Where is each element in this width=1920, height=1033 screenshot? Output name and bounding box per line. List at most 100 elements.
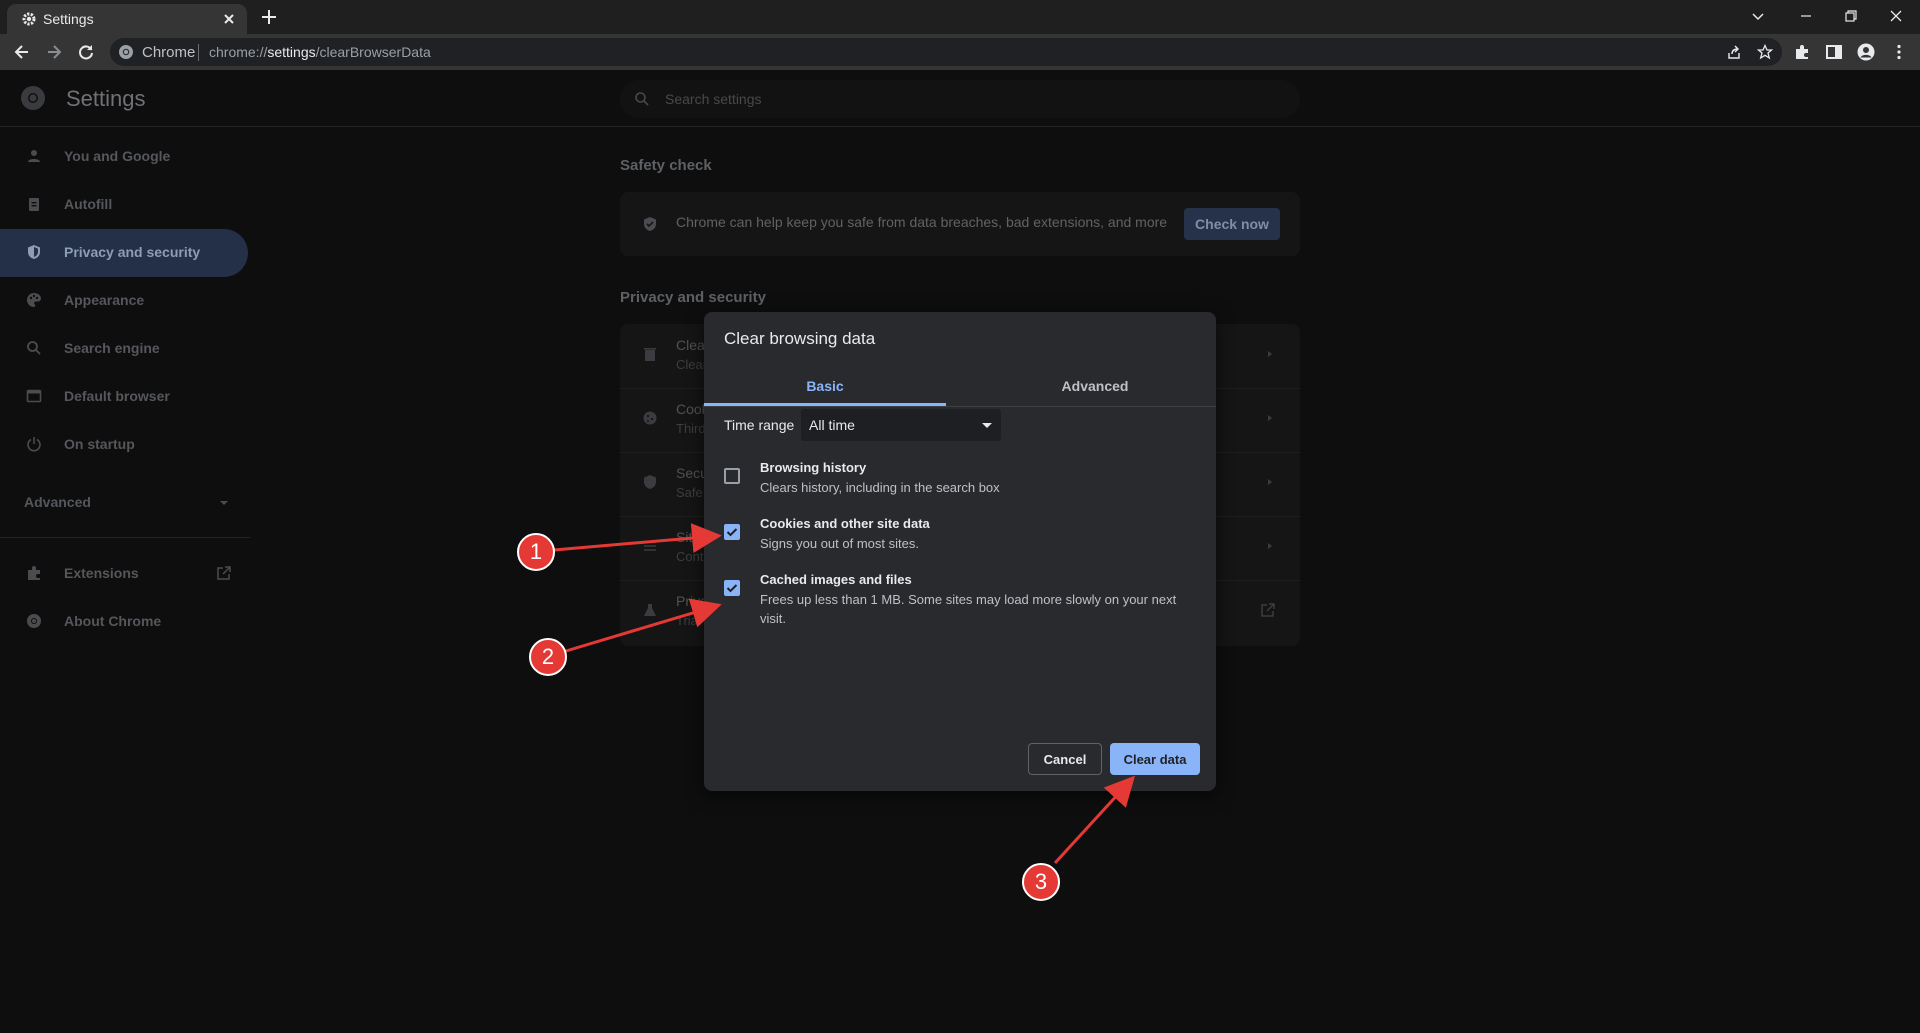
chrome-logo-icon <box>118 44 134 60</box>
option-title: Browsing history <box>760 460 867 475</box>
sidebar-item-label: Search engine <box>64 340 160 356</box>
clear-data-button[interactable]: Clear data <box>1110 743 1200 775</box>
tab-title: Settings <box>43 11 94 27</box>
cached-images-checkbox[interactable] <box>724 580 740 596</box>
tab-advanced[interactable]: Advanced <box>974 366 1216 406</box>
row-subtitle: Clear <box>676 357 708 372</box>
annotation-badge-1: 1 <box>517 533 555 571</box>
search-icon <box>26 340 42 356</box>
option-desc: Clears history, including in the search … <box>760 480 1000 495</box>
sidebar-item-label: Autofill <box>64 196 113 212</box>
url-prefix: chrome:// <box>209 44 268 60</box>
person-icon <box>26 148 42 164</box>
shield-icon <box>642 474 658 490</box>
close-icon[interactable] <box>221 11 237 27</box>
time-range-label: Time range <box>724 417 795 433</box>
external-link-icon <box>216 565 232 581</box>
sidebar-item-label: About Chrome <box>64 613 162 629</box>
sidebar-item-label: Extensions <box>64 565 139 581</box>
flask-icon <box>642 602 658 618</box>
extensions-puzzle-icon <box>26 565 42 581</box>
tab-settings[interactable]: Settings <box>7 4 247 34</box>
settings-header: Settings Search settings <box>0 70 1920 127</box>
extensions-puzzle-icon[interactable] <box>1793 43 1811 61</box>
sidebar-item-appearance[interactable]: Appearance <box>0 277 248 325</box>
sidebar-item-extensions[interactable]: Extensions <box>0 550 248 598</box>
sidebar-advanced-label[interactable]: Advanced <box>24 494 91 510</box>
safety-check-text: Chrome can help keep you safe from data … <box>676 214 1168 230</box>
sidebar-item-label: Appearance <box>64 292 145 308</box>
power-icon <box>26 436 42 452</box>
safety-check-heading: Safety check <box>620 157 712 174</box>
clipboard-icon <box>26 196 42 212</box>
annotation-badge-3: 3 <box>1022 863 1060 901</box>
cancel-button[interactable]: Cancel <box>1028 743 1102 775</box>
sidebar-item-label: You and Google <box>64 148 171 164</box>
sidebar-item-autofill[interactable]: Autofill <box>0 181 248 229</box>
tab-basic[interactable]: Basic <box>704 366 946 406</box>
toolbar: Chrome chrome://settings/clearBrowserDat… <box>0 34 1920 70</box>
browsing-history-checkbox[interactable] <box>724 468 740 484</box>
side-panel-icon[interactable] <box>1825 43 1843 61</box>
arrow-right-icon <box>1264 348 1276 360</box>
chevron-down-icon[interactable] <box>218 497 230 509</box>
option-title: Cookies and other site data <box>760 516 930 531</box>
arrow-right-icon <box>1264 476 1276 488</box>
sidebar-item-privacy-and-security[interactable]: Privacy and security <box>0 229 248 277</box>
dropdown-arrow-icon <box>981 420 993 430</box>
url-path: /clearBrowserData <box>315 44 431 60</box>
sidebar-item-label: Privacy and security <box>64 244 201 260</box>
address-bar[interactable]: Chrome chrome://settings/clearBrowserDat… <box>110 38 1782 66</box>
sidebar-item-label: Default browser <box>64 388 170 404</box>
profile-avatar-icon[interactable] <box>1857 43 1875 61</box>
row-title: Site <box>676 529 701 545</box>
menu-dots-icon[interactable] <box>1890 43 1908 61</box>
address-url: chrome://settings/clearBrowserData <box>209 44 431 60</box>
option-title: Cached images and files <box>760 572 912 587</box>
search-icon <box>634 91 650 107</box>
row-subtitle: Cont <box>676 549 704 564</box>
reload-icon[interactable] <box>76 42 96 62</box>
checkmark-icon <box>726 528 738 537</box>
check-now-button[interactable]: Check now <box>1184 208 1280 240</box>
palette-icon <box>26 292 42 308</box>
window-close-icon[interactable] <box>1888 8 1904 24</box>
tab-strip: Settings <box>0 0 1920 34</box>
sidebar-item-label: On startup <box>64 436 135 452</box>
browser-icon <box>26 388 42 404</box>
new-tab-icon[interactable] <box>260 8 278 26</box>
sidebar-divider <box>0 537 250 538</box>
search-settings-input[interactable]: Search settings <box>620 80 1300 118</box>
external-link-icon <box>1260 602 1276 618</box>
address-separator <box>198 44 199 61</box>
bookmark-star-icon[interactable] <box>1757 44 1773 60</box>
restore-icon[interactable] <box>1843 8 1859 24</box>
minimize-icon[interactable] <box>1798 8 1814 24</box>
search-placeholder: Search settings <box>665 91 762 107</box>
checkmark-icon <box>726 584 738 593</box>
sidebar-item-default-browser[interactable]: Default browser <box>0 373 248 421</box>
time-range-value: All time <box>809 417 855 433</box>
sliders-icon <box>642 538 658 554</box>
back-icon[interactable] <box>12 42 32 62</box>
trash-icon <box>642 346 658 362</box>
time-range-select[interactable]: All time <box>801 409 1001 441</box>
row-subtitle: Safe <box>676 485 703 500</box>
tab-search-icon[interactable] <box>1750 8 1766 24</box>
cookies-checkbox[interactable] <box>724 524 740 540</box>
page-title: Settings <box>66 86 146 111</box>
sidebar-item-about-chrome[interactable]: About Chrome <box>0 598 248 646</box>
annotation-badge-2: 2 <box>529 638 567 676</box>
forward-icon[interactable] <box>44 42 64 62</box>
cookie-icon <box>642 410 658 426</box>
sidebar-item-on-startup[interactable]: On startup <box>0 421 248 469</box>
shield-icon <box>26 244 42 260</box>
arrow-right-icon <box>1264 540 1276 552</box>
arrow-right-icon <box>1264 412 1276 424</box>
sidebar-item-search-engine[interactable]: Search engine <box>0 325 248 373</box>
option-desc: Frees up less than 1 MB. Some sites may … <box>760 592 1177 626</box>
safety-check-card: Chrome can help keep you safe from data … <box>620 192 1300 256</box>
dialog-title: Clear browsing data <box>724 329 876 348</box>
share-icon[interactable] <box>1726 44 1742 60</box>
sidebar-item-you-and-google[interactable]: You and Google <box>0 133 248 181</box>
